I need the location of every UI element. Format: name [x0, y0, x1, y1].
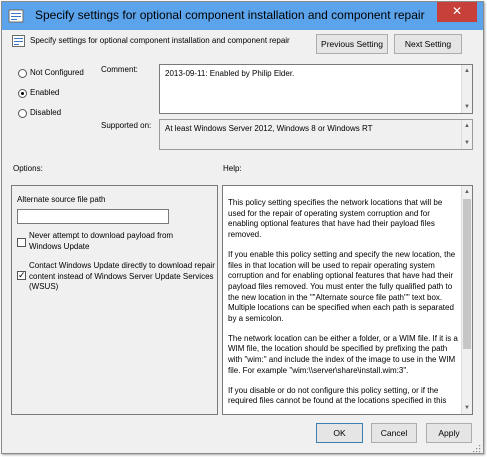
help-label: Help:	[223, 164, 242, 173]
help-scrollbar[interactable]: ▲ ▼	[461, 186, 472, 414]
title-bar[interactable]: Specify settings for optional component …	[2, 2, 483, 30]
scroll-up-icon[interactable]: ▲	[462, 187, 472, 197]
cancel-button[interactable]: Cancel	[371, 423, 417, 443]
radio-not-configured-label: Not Configured	[30, 68, 84, 77]
supported-text: At least Windows Server 2012, Windows 8 …	[165, 124, 373, 133]
policy-dialog: Specify settings for optional component …	[1, 1, 484, 454]
alt-source-label: Alternate source file path	[17, 195, 106, 204]
never-download-checkbox[interactable]	[17, 238, 26, 247]
radio-enabled-dot[interactable]	[18, 89, 27, 98]
apply-button[interactable]: Apply	[426, 423, 472, 443]
scroll-down-icon[interactable]: ▼	[462, 138, 472, 148]
radio-not-configured-dot[interactable]	[18, 69, 27, 78]
scroll-down-icon[interactable]: ▼	[462, 102, 472, 112]
contact-wu-label: Contact Windows Update directly to downl…	[29, 261, 215, 291]
help-paragraph: If you disable or do not configure this …	[228, 385, 447, 406]
setting-name: Specify settings for optional component …	[30, 36, 290, 45]
previous-setting-button[interactable]: Previous Setting	[316, 34, 388, 54]
next-setting-button[interactable]: Next Setting	[394, 34, 462, 54]
never-download-label: Never attempt to download payload from W…	[29, 231, 174, 251]
checkmark-icon: ✓	[18, 270, 26, 280]
policy-icon	[8, 9, 24, 23]
scroll-thumb[interactable]	[463, 199, 471, 349]
ok-button[interactable]: OK	[316, 423, 363, 443]
setting-icon	[12, 35, 25, 47]
scroll-up-icon[interactable]: ▲	[462, 66, 472, 76]
help-paragraph: The network location can be either a fol…	[228, 333, 458, 375]
scroll-down-icon[interactable]: ▼	[462, 403, 472, 413]
help-text: This policy setting specifies the networ…	[228, 198, 460, 414]
window-title: Specify settings for optional component …	[35, 8, 425, 22]
supported-scrollbar[interactable]: ▲ ▼	[461, 120, 472, 149]
alt-source-input[interactable]	[17, 209, 169, 224]
supported-label: Supported on:	[101, 121, 152, 130]
radio-disabled-dot[interactable]	[18, 109, 27, 118]
radio-enabled-label: Enabled	[30, 88, 60, 97]
options-label: Options:	[13, 164, 43, 173]
comment-text: 2013-09-11: Enabled by Philip Elder.	[165, 69, 295, 78]
comment-scrollbar[interactable]: ▲ ▼	[461, 65, 472, 113]
close-button[interactable]: ✕	[437, 2, 477, 22]
help-panel: This policy setting specifies the networ…	[222, 185, 473, 415]
options-panel: Alternate source file path Never attempt…	[11, 185, 218, 415]
radio-disabled-label: Disabled	[30, 108, 62, 117]
close-icon: ✕	[451, 4, 463, 18]
scroll-up-icon[interactable]: ▲	[462, 121, 472, 131]
comment-field[interactable]: 2013-09-11: Enabled by Philip Elder. ▲ ▼	[159, 64, 473, 114]
resize-grip-icon[interactable]	[472, 444, 481, 453]
supported-field: At least Windows Server 2012, Windows 8 …	[159, 119, 473, 150]
help-paragraph: If you enable this policy setting and sp…	[228, 249, 456, 324]
comment-label: Comment:	[101, 65, 138, 74]
contact-wu-checkbox[interactable]: ✓	[17, 271, 26, 280]
help-paragraph: This policy setting specifies the networ…	[228, 198, 443, 240]
